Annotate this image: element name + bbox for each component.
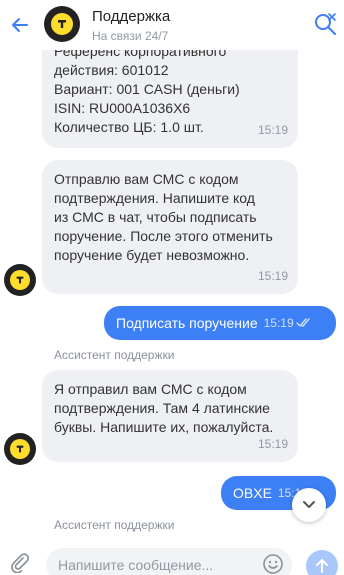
chat-header: Поддержка На связи 24/7 [0, 0, 344, 50]
brand-logo-icon [58, 20, 66, 28]
message-input[interactable]: Напишите сообщение... [46, 548, 292, 575]
sender-label: Ассистент поддержки [54, 518, 175, 532]
message-text: Я отправил вам СМС с кодом подтверждения… [54, 381, 274, 435]
message-composer: Напишите сообщение... [0, 545, 344, 575]
message-text: Подписать поручение [116, 315, 258, 331]
message-time: 15:19 [263, 316, 294, 330]
support-avatar [4, 433, 36, 465]
arrow-up-icon [316, 559, 328, 573]
message-input-placeholder: Напишите сообщение... [58, 557, 214, 573]
outgoing-message: Подписать поручение 15:19 [104, 306, 336, 340]
chat-status: На связи 24/7 [92, 29, 169, 43]
chevron-down-icon [303, 501, 315, 508]
scroll-down-button[interactable] [292, 488, 326, 522]
emoji-icon[interactable] [262, 553, 284, 575]
double-check-icon [295, 318, 310, 327]
message-time: 15:19 [257, 437, 288, 451]
paperclip-icon[interactable] [8, 551, 30, 573]
send-button[interactable] [306, 550, 338, 575]
message-time: 15:19 [257, 123, 288, 137]
message-text: Референс корпоративного действия: 601012… [54, 43, 240, 135]
back-arrow-icon[interactable] [8, 13, 32, 37]
message-text: Отправлю вам СМС с кодом подтверждения. … [54, 171, 273, 263]
search-icon[interactable] [312, 11, 338, 37]
brand-logo-icon [16, 445, 24, 453]
message-time: 15:19 [257, 269, 288, 283]
incoming-message: Отправлю вам СМС с кодом подтверждения. … [42, 160, 298, 294]
brand-logo-icon [16, 276, 24, 284]
support-avatar[interactable] [44, 6, 80, 42]
chat-title: Поддержка [92, 8, 171, 25]
message-text: OBXE [233, 485, 272, 501]
support-avatar [4, 264, 36, 296]
incoming-message: Я отправил вам СМС с кодом подтверждения… [42, 370, 298, 462]
sender-label: Ассистент поддержки [54, 348, 175, 362]
